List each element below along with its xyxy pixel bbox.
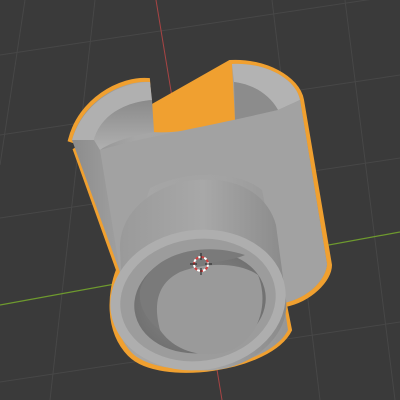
3d-viewport[interactable] — [0, 0, 400, 400]
